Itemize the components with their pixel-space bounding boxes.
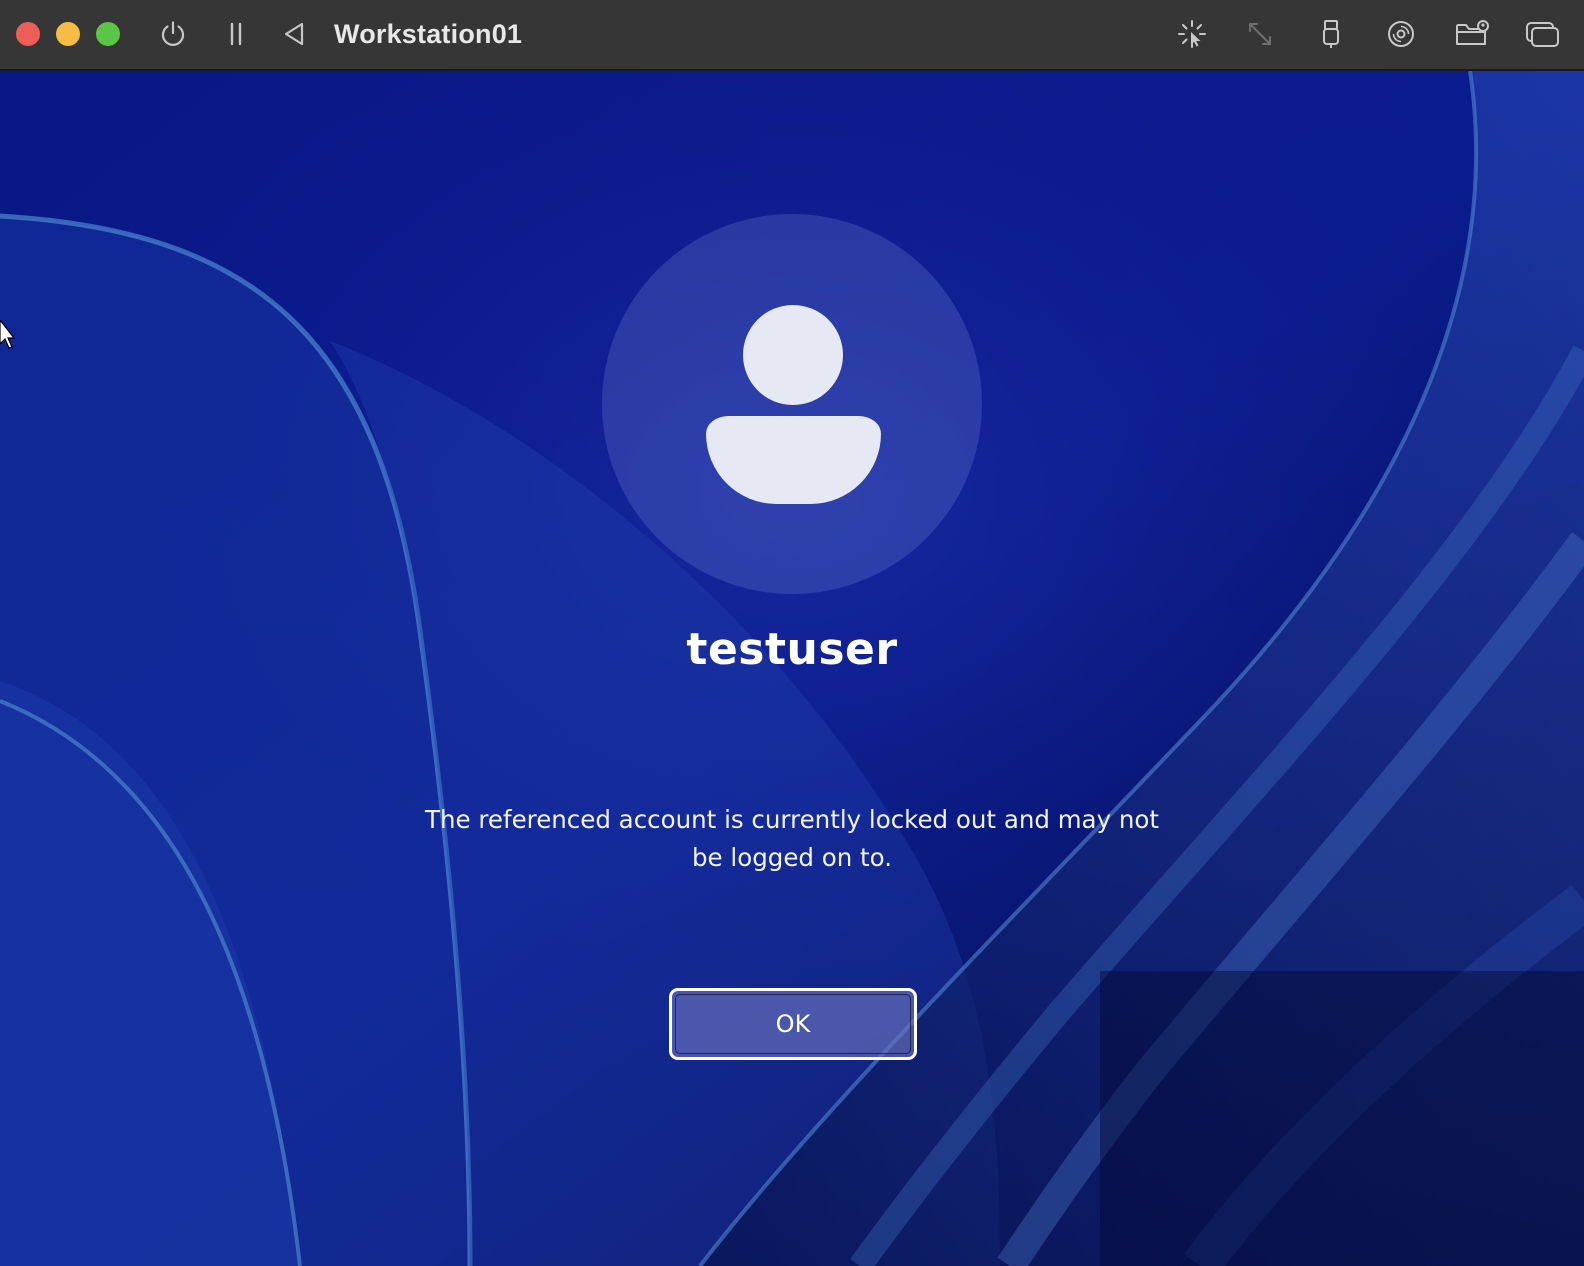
ok-button[interactable]: OK: [669, 988, 917, 1060]
usb-icon: [1319, 18, 1343, 50]
close-button[interactable]: [16, 22, 40, 46]
usb-button[interactable]: [1311, 14, 1351, 54]
power-icon: [158, 19, 188, 49]
mouse-cursor-icon: [0, 319, 16, 357]
user-avatar-icon: [602, 214, 982, 594]
avatar-body: [706, 416, 881, 504]
pause-button[interactable]: [216, 14, 256, 54]
capture-pointer-button[interactable]: [1172, 14, 1212, 54]
back-button[interactable]: [274, 14, 314, 54]
avatar-head: [743, 305, 843, 405]
vm-screen[interactable]: testuser The referenced account is curre…: [0, 71, 1584, 1266]
power-button[interactable]: [153, 14, 193, 54]
zoom-button[interactable]: [96, 22, 120, 46]
windows-overlap-icon: [1524, 19, 1560, 49]
resize-button[interactable]: [1240, 14, 1280, 54]
disc-button[interactable]: [1381, 14, 1421, 54]
back-triangle-icon: [281, 20, 307, 48]
windows-button[interactable]: [1522, 14, 1562, 54]
pause-icon: [224, 20, 248, 48]
title-bar: Workstation01: [0, 0, 1584, 71]
shared-folder-button[interactable]: [1452, 14, 1492, 54]
disc-icon: [1386, 19, 1416, 49]
resize-arrows-icon: [1245, 19, 1275, 49]
capture-pointer-icon: [1176, 18, 1208, 50]
username-label: testuser: [686, 624, 898, 675]
lockout-message: The referenced account is currently lock…: [425, 805, 1159, 872]
shared-folder-icon: [1454, 19, 1490, 49]
vm-window: Workstation01 testuser The referenced ac…: [0, 0, 1584, 1266]
window-title: Workstation01: [334, 19, 523, 49]
minimize-button[interactable]: [56, 22, 80, 46]
